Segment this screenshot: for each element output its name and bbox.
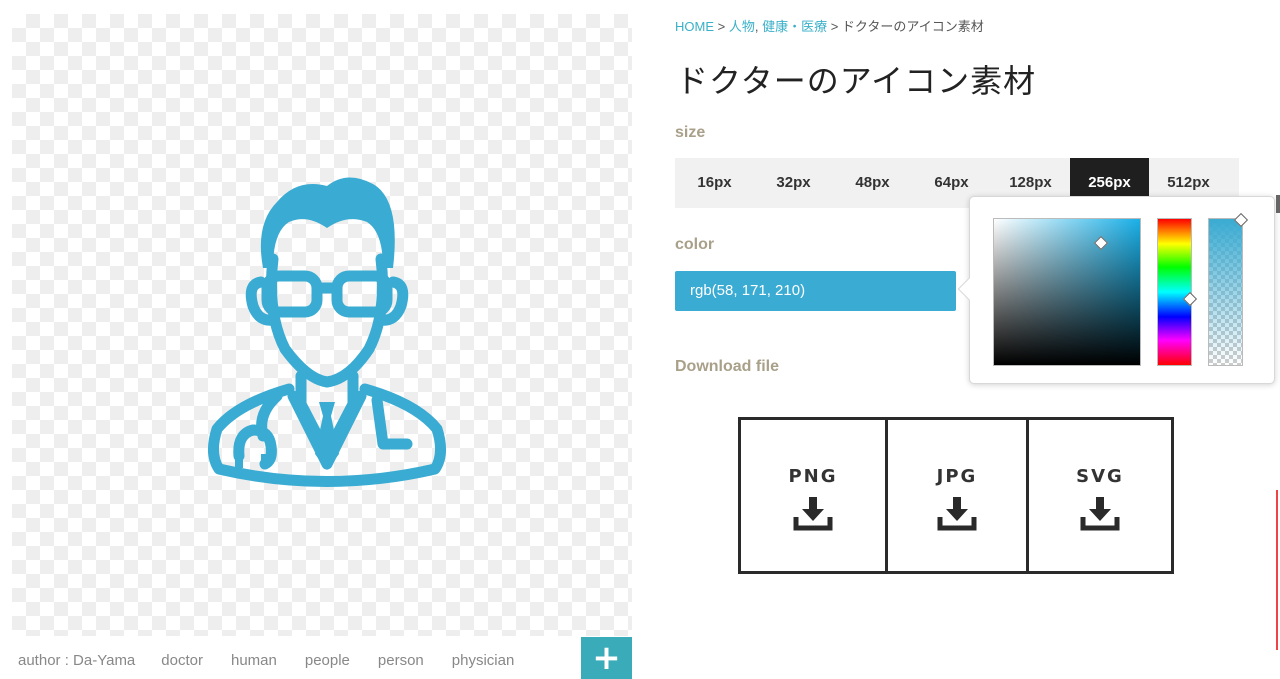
color-picker-popup bbox=[957, 196, 1275, 384]
breadcrumb-home[interactable]: HOME bbox=[675, 19, 714, 34]
download-svg-button[interactable]: SVG bbox=[1026, 420, 1171, 571]
breadcrumb-category-people[interactable]: 人物 bbox=[729, 19, 755, 34]
size-option-16[interactable]: 16px bbox=[675, 158, 754, 208]
size-option-48[interactable]: 48px bbox=[833, 158, 912, 208]
breadcrumb-category-health[interactable]: 健康・医療 bbox=[762, 19, 827, 34]
color-label: color bbox=[675, 236, 715, 253]
download-png-button[interactable]: PNG bbox=[741, 420, 885, 571]
download-options: PNG JPG SVG bbox=[738, 417, 1174, 574]
download-icon bbox=[937, 497, 977, 531]
tag-doctor[interactable]: doctor bbox=[161, 652, 203, 676]
alpha-slider[interactable] bbox=[1208, 212, 1249, 366]
breadcrumb-comma: , bbox=[754, 19, 763, 34]
breadcrumb-separator: > bbox=[827, 19, 842, 34]
hue-slider[interactable] bbox=[1157, 218, 1198, 366]
author-label[interactable]: author : Da-Yama bbox=[18, 652, 135, 676]
picker-arrow bbox=[957, 277, 981, 301]
tag-person[interactable]: person bbox=[378, 652, 424, 676]
page-title: ドクターのアイコン素材 bbox=[676, 62, 1037, 100]
tag-physician[interactable]: physician bbox=[452, 652, 515, 676]
edge-divider bbox=[1276, 490, 1278, 650]
tag-people[interactable]: people bbox=[305, 652, 350, 676]
download-label: Download file bbox=[675, 358, 779, 375]
hue-handle[interactable] bbox=[1182, 291, 1198, 307]
color-input[interactable]: rgb(58, 171, 210) bbox=[675, 271, 956, 311]
tag-list: author : Da-Yama doctor human people per… bbox=[18, 652, 578, 676]
icon-preview bbox=[12, 14, 632, 636]
saturation-handle[interactable] bbox=[1093, 235, 1109, 251]
add-tag-button[interactable]: + bbox=[581, 637, 632, 679]
download-icon bbox=[1080, 497, 1120, 531]
size-option-32[interactable]: 32px bbox=[754, 158, 833, 208]
format-label: JPG bbox=[936, 466, 978, 487]
scrollbar-marker bbox=[1276, 195, 1280, 213]
doctor-icon bbox=[208, 177, 446, 487]
download-icon bbox=[793, 497, 833, 531]
download-jpg-button[interactable]: JPG bbox=[885, 420, 1026, 571]
tag-human[interactable]: human bbox=[231, 652, 277, 676]
breadcrumb-current: ドクターのアイコン素材 bbox=[841, 19, 984, 34]
alpha-handle[interactable] bbox=[1233, 212, 1249, 228]
format-label: SVG bbox=[1076, 466, 1124, 487]
breadcrumb-separator: > bbox=[714, 19, 729, 34]
format-label: PNG bbox=[788, 466, 838, 487]
size-label: size bbox=[675, 124, 706, 141]
breadcrumb: HOME > 人物, 健康・医療 > ドクターのアイコン素材 bbox=[675, 16, 984, 35]
saturation-area[interactable] bbox=[993, 218, 1141, 366]
